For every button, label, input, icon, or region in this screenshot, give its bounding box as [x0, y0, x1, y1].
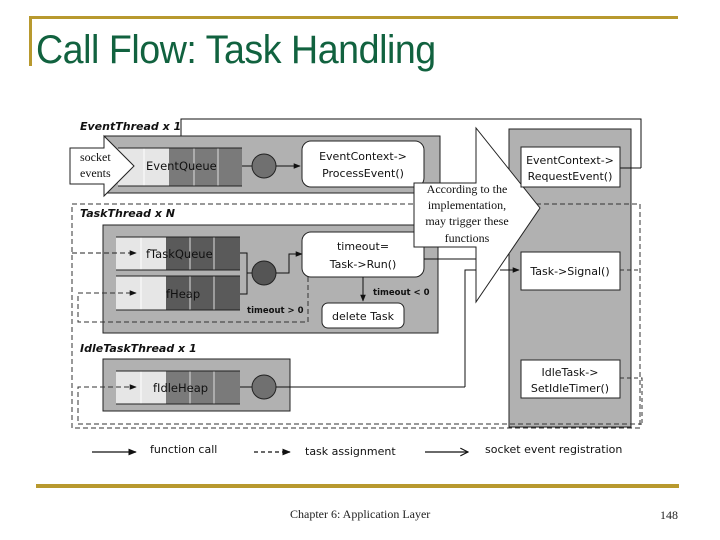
idle-heap-label: fIdleHeap: [153, 381, 208, 395]
task-thread-label: TaskThread x N: [80, 207, 175, 220]
timeout-greater-label: timeout > 0: [247, 306, 304, 316]
page-number: 148: [660, 508, 678, 522]
request-event-label-2: RequestEvent(): [528, 170, 613, 183]
process-event-label-1: EventContext->: [319, 150, 407, 163]
callout-line-4: functions: [445, 231, 490, 245]
event-thread-label: EventThread x 1: [80, 120, 181, 133]
delete-task-label: delete Task: [332, 310, 395, 323]
request-event-label-1: EventContext->: [526, 154, 614, 167]
footer-chapter: Chapter 6: Application Layer: [290, 507, 431, 521]
footer-rule: [36, 484, 679, 488]
process-event-box: [301, 140, 425, 188]
idle-route-to-signal: [464, 269, 476, 387]
task-dispatcher-node: [251, 260, 277, 286]
callout-line-2: implementation,: [428, 198, 506, 212]
legend-function-call: function call: [150, 443, 217, 456]
legend-socket-registration: socket event registration: [485, 443, 622, 456]
signal-label: Task->Signal(): [529, 265, 609, 278]
socket-events-label-1: socket: [80, 150, 111, 164]
task-run-label-1: timeout=: [337, 240, 389, 253]
task-queue-label: fTaskQueue: [146, 247, 213, 261]
idle-dispatcher-node: [251, 374, 277, 400]
event-dispatcher-node: [251, 153, 277, 179]
idle-timer-label-1: IdleTask->: [542, 366, 599, 379]
process-event-label-2: ProcessEvent(): [322, 167, 404, 180]
heap-label: fHeap: [166, 287, 200, 301]
callout-line-1: According to the: [427, 182, 508, 196]
callout-line-3: may trigger these: [425, 214, 508, 228]
call-flow-diagram: EventQueue socket events EventContext-> …: [69, 118, 643, 458]
task-run-label-2: Task->Run(): [329, 258, 397, 271]
idle-task-thread-label: IdleTaskThread x 1: [80, 342, 197, 355]
socket-events-label-2: events: [80, 166, 111, 180]
event-queue-label: EventQueue: [146, 159, 217, 173]
legend-task-assignment: task assignment: [305, 445, 396, 458]
idle-timer-label-2: SetIdleTimer(): [531, 382, 609, 395]
timeout-less-label: timeout < 0: [373, 288, 430, 298]
